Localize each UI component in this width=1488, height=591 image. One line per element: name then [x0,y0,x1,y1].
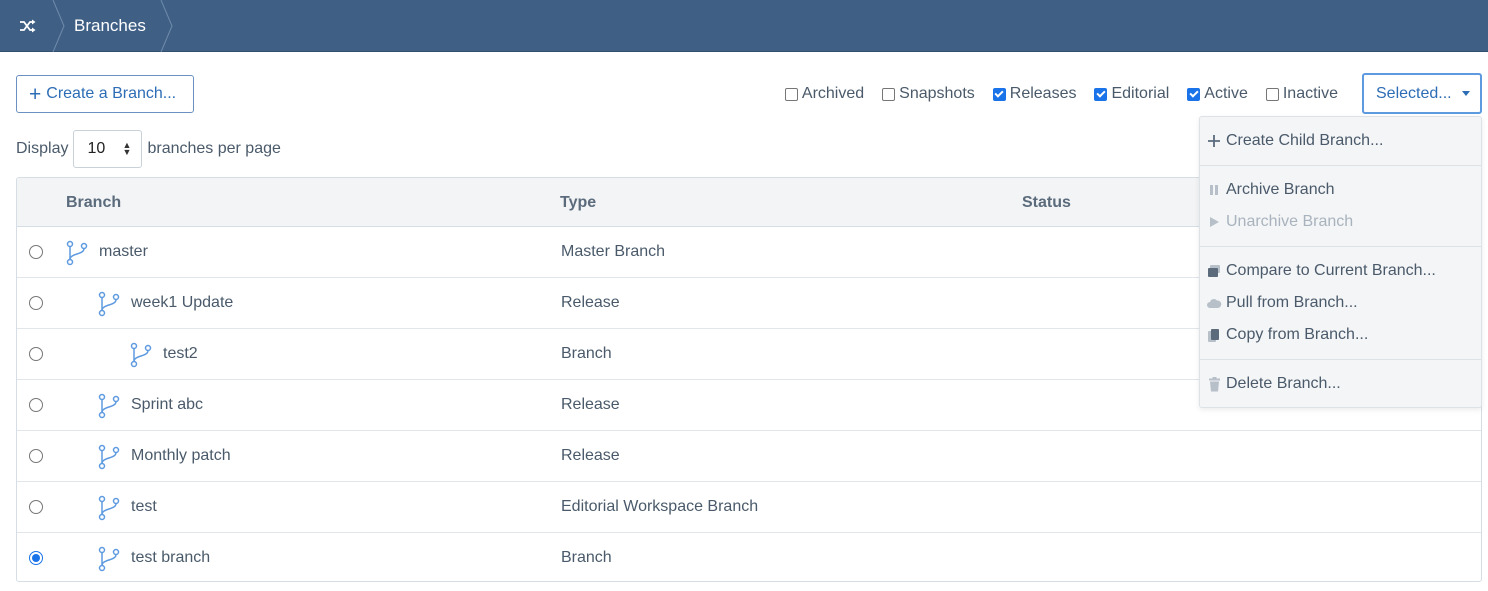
menu-item-create-child[interactable]: Create Child Branch... [1208,132,1384,150]
branch-name[interactable]: test2 [163,345,198,363]
branch-type: Branch [561,549,612,566]
row-select-radio[interactable] [29,245,43,259]
row-select-radio[interactable] [29,398,43,412]
branch-name[interactable]: master [99,243,148,261]
snapshots-checkbox[interactable] [882,87,896,101]
filter-label: Editorial [1111,85,1170,102]
filter-label: Active [1204,85,1248,102]
menu-item-label: Create Child Branch... [1226,132,1384,149]
row-select-radio[interactable] [29,296,43,310]
page-size-prefix: Display [16,140,69,157]
row-select-radio[interactable] [29,449,43,463]
create-branch-button[interactable]: + Create a Branch... [16,75,194,113]
selected-actions-label: Selected... [1376,84,1452,102]
plus-icon: + [29,82,42,106]
menu-item-label: Archive Branch [1226,181,1335,198]
menu-item-label: Delete Branch... [1226,375,1341,392]
menu-item-label: Compare to Current Branch... [1226,262,1436,279]
menu-divider [1200,246,1481,247]
home-button[interactable] [0,0,56,52]
cloud-icon [1206,295,1222,311]
filter-snapshots[interactable]: Snapshots [882,85,975,103]
filter-archived[interactable]: Archived [784,85,865,103]
archived-checkbox[interactable] [784,87,798,101]
branch-icon [98,546,120,572]
branch-name[interactable]: Sprint abc [131,396,203,414]
pause-icon [1206,182,1222,198]
editorial-checkbox[interactable] [1094,87,1108,101]
shuffle-icon [20,19,36,33]
branch-type: Branch [561,345,612,362]
filter-releases[interactable]: Releases [992,85,1077,103]
branch-icon [98,444,120,470]
filter-label: Archived [801,85,865,102]
branch-icon [98,495,120,521]
active-checkbox[interactable] [1187,87,1201,101]
branch-type: Release [561,294,620,311]
selected-actions-menu: Create Child Branch... Archive Branch Un… [1199,116,1482,408]
row-select-radio[interactable] [29,500,43,514]
branch-type: Release [561,447,620,464]
create-branch-label: Create a Branch... [46,85,177,102]
table-row[interactable]: test branch Branch [17,533,1481,581]
branch-type: Editorial Workspace Branch [561,498,759,515]
page-size-value: 10 [87,140,106,157]
trash-icon [1206,376,1222,392]
top-bar: Branches [0,0,1488,52]
menu-item-label: Copy from Branch... [1226,326,1369,343]
caret-down-icon [1461,91,1470,96]
filter-label: Releases [1009,85,1077,102]
updown-icon: ▲ ▼ [122,140,132,157]
copy-icon [1206,327,1222,343]
menu-item-archive[interactable]: Archive Branch [1210,181,1335,199]
menu-item-label: Unarchive Branch [1226,213,1354,230]
menu-item-delete[interactable]: Delete Branch... [1208,375,1341,393]
menu-item-copy[interactable]: Copy from Branch... [1208,326,1369,344]
column-branch[interactable]: Branch [66,194,121,212]
inactive-checkbox[interactable] [1265,87,1279,101]
plus-icon [1206,133,1222,149]
row-select-radio[interactable] [29,551,43,565]
branch-name[interactable]: week1 Update [131,294,233,312]
branch-icon [66,240,88,266]
row-select-radio[interactable] [29,347,43,361]
branch-name[interactable]: test [131,498,157,516]
breadcrumb-separator [160,0,173,52]
menu-item-unarchive[interactable]: Unarchive Branch [1210,213,1354,231]
column-type[interactable]: Type [560,194,596,212]
branch-name[interactable]: Monthly patch [131,447,231,465]
filter-inactive[interactable]: Inactive [1265,85,1338,103]
page-size-select[interactable]: 10 ▲ ▼ [73,130,143,168]
branch-type: Release [561,396,620,413]
play-icon [1206,214,1222,230]
menu-divider [1200,359,1481,360]
branch-icon [130,342,152,368]
branch-type: Master Branch [561,243,666,260]
filter-group: Archived Snapshots Releases Editorial Ac… [767,83,1338,105]
filter-editorial[interactable]: Editorial [1094,85,1169,103]
filter-label: Inactive [1282,85,1338,102]
branch-icon [98,291,120,317]
page-size-suffix: branches per page [147,140,281,157]
menu-item-compare[interactable]: Compare to Current Branch... [1208,262,1436,280]
page-size-control: Display 10 ▲ ▼ branches per page [16,130,281,168]
filter-active[interactable]: Active [1187,85,1248,103]
table-row[interactable]: test Editorial Workspace Branch [17,482,1481,533]
table-row[interactable]: Monthly patch Release [17,431,1481,482]
column-status[interactable]: Status [1022,194,1071,212]
selected-actions-button[interactable]: Selected... [1362,73,1482,114]
filter-label: Snapshots [899,85,975,102]
branch-name[interactable]: test branch [131,549,210,567]
releases-checkbox[interactable] [992,87,1006,101]
menu-item-label: Pull from Branch... [1226,294,1358,311]
branch-icon [98,393,120,419]
breadcrumb-branches[interactable]: Branches [74,16,146,36]
menu-item-pull[interactable]: Pull from Branch... [1207,294,1358,312]
compare-icon [1206,263,1222,279]
breadcrumb-separator [52,0,65,52]
menu-divider [1200,165,1481,166]
